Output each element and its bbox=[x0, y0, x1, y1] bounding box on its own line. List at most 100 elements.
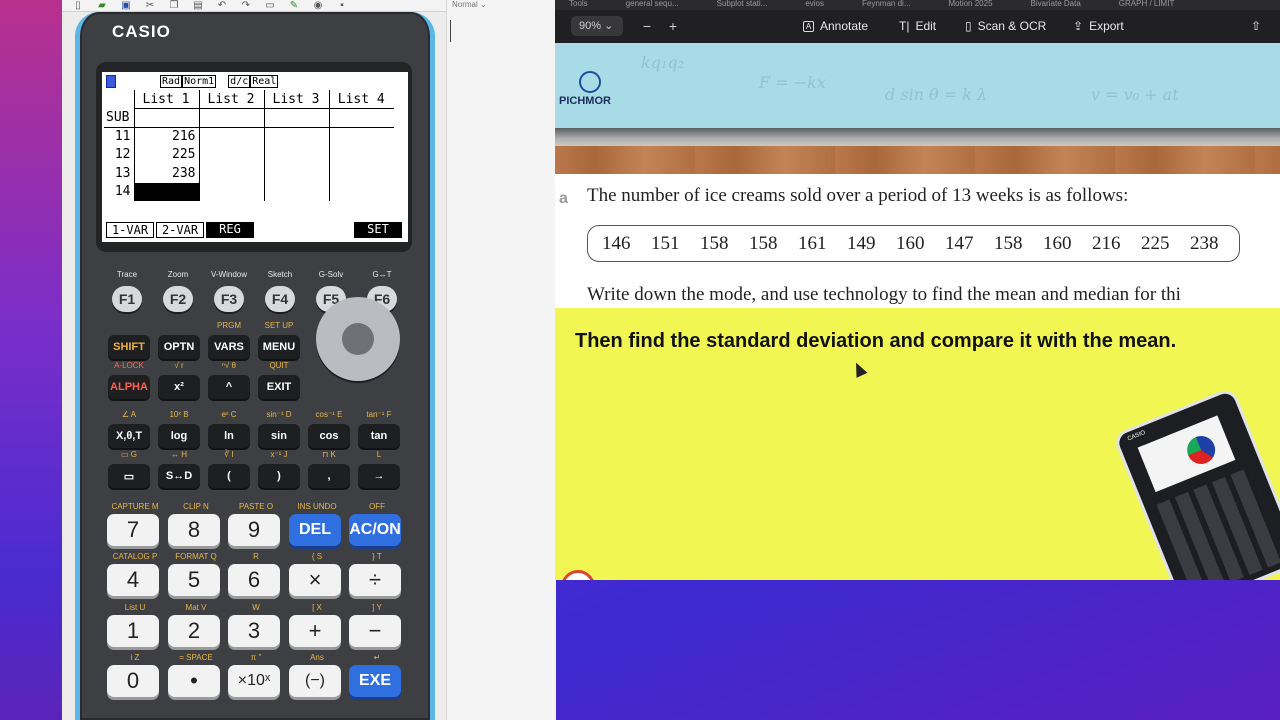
zoom-select[interactable]: 90% ⌄ bbox=[571, 16, 623, 36]
tab[interactable]: GRAPH / LIMIT bbox=[1119, 0, 1175, 10]
copy-icon[interactable]: ❐ bbox=[166, 0, 182, 12]
key-0[interactable]: 0 bbox=[107, 665, 159, 697]
key-2[interactable]: 2 bbox=[168, 615, 220, 647]
key--[interactable]: ^ bbox=[208, 375, 250, 399]
key-5[interactable]: 5 bbox=[168, 564, 220, 596]
dpad[interactable] bbox=[316, 297, 400, 381]
key-ac-on[interactable]: AC/ON bbox=[349, 514, 401, 546]
key-s-d[interactable]: S↔D bbox=[158, 464, 200, 488]
tab[interactable]: evios bbox=[805, 0, 824, 10]
selected-cell[interactable] bbox=[133, 182, 199, 201]
desktop-wallpaper bbox=[0, 0, 62, 720]
key-secondary-label: ∛ I bbox=[224, 450, 234, 459]
softkey-1var[interactable]: 1-VAR bbox=[106, 222, 154, 238]
key--[interactable]: + bbox=[289, 615, 341, 647]
key-secondary-label: L bbox=[376, 450, 382, 459]
banner-formula: F = −kx bbox=[759, 73, 826, 92]
save-icon[interactable]: ▣ bbox=[118, 0, 134, 12]
column-header[interactable]: List 2 bbox=[198, 90, 264, 109]
list-cell[interactable]: 216 bbox=[133, 127, 199, 146]
mode-dropdown[interactable]: Normal ⌄ bbox=[452, 0, 552, 12]
key--[interactable]: ÷ bbox=[349, 564, 401, 596]
tab[interactable]: Motion 2025 bbox=[948, 0, 992, 10]
export-label: Export bbox=[1089, 19, 1124, 33]
column-header[interactable]: List 4 bbox=[328, 90, 394, 109]
key-del[interactable]: DEL bbox=[289, 514, 341, 546]
key--[interactable]: ( bbox=[208, 464, 250, 488]
key-1[interactable]: 1 bbox=[107, 615, 159, 647]
display-mode-tag: Norm1 bbox=[182, 74, 217, 88]
annotate-button[interactable]: A Annotate bbox=[803, 19, 868, 33]
undo-icon[interactable]: ↶ bbox=[214, 0, 230, 12]
column-header[interactable]: List 1 bbox=[133, 90, 199, 109]
edit-button[interactable]: T| Edit bbox=[899, 19, 936, 33]
key-secondary-label: R bbox=[253, 552, 259, 561]
key-7[interactable]: 7 bbox=[107, 514, 159, 546]
cut-icon[interactable]: ✂ bbox=[142, 0, 158, 12]
data-value: 161 bbox=[798, 232, 827, 254]
paste-icon[interactable]: ▤ bbox=[190, 0, 206, 12]
function-key-f1[interactable]: F1 bbox=[112, 286, 142, 312]
function-key-f3[interactable]: F3 bbox=[214, 286, 244, 312]
key--[interactable]: (−) bbox=[289, 665, 341, 697]
key--[interactable]: ▭ bbox=[108, 464, 150, 488]
share-button[interactable]: ⇧ bbox=[1251, 19, 1261, 33]
softkey-set[interactable]: SET bbox=[354, 222, 402, 238]
tab[interactable]: Bivariate Data bbox=[1031, 0, 1081, 10]
key-optn[interactable]: OPTN bbox=[158, 335, 200, 359]
key--10-[interactable]: ×10ˣ bbox=[228, 665, 280, 697]
key-shift[interactable]: SHIFT bbox=[108, 335, 150, 359]
key-log[interactable]: log bbox=[158, 424, 200, 448]
window-icon[interactable]: ▪ bbox=[334, 0, 350, 12]
key--[interactable]: → bbox=[358, 464, 400, 488]
camera-icon[interactable]: ◉ bbox=[310, 0, 326, 12]
softkey-2var[interactable]: 2-VAR bbox=[156, 222, 204, 238]
redo-icon[interactable]: ↷ bbox=[238, 0, 254, 12]
key--[interactable]: × bbox=[289, 564, 341, 596]
key-ln[interactable]: ln bbox=[208, 424, 250, 448]
tab[interactable]: Subplot stati... bbox=[717, 0, 768, 10]
new-file-icon[interactable]: ▯ bbox=[70, 0, 86, 12]
tab[interactable]: Tools bbox=[569, 0, 588, 10]
screen-capture-icon[interactable]: ▭ bbox=[262, 0, 278, 12]
zoom-out-button[interactable]: − bbox=[635, 16, 659, 36]
key-cos[interactable]: cos bbox=[308, 424, 350, 448]
key-sin[interactable]: sin bbox=[258, 424, 300, 448]
tab[interactable]: Feynman di... bbox=[862, 0, 910, 10]
key-alpha[interactable]: ALPHA bbox=[108, 375, 150, 399]
function-key-f2[interactable]: F2 bbox=[163, 286, 193, 312]
scan-icon: ▯ bbox=[965, 19, 972, 33]
export-button[interactable]: ⇪ Export bbox=[1073, 19, 1124, 33]
key-6[interactable]: 6 bbox=[228, 564, 280, 596]
column-header[interactable]: List 3 bbox=[263, 90, 329, 109]
key-secondary-label: List U bbox=[124, 603, 146, 612]
emulator-side-panel bbox=[446, 0, 556, 720]
key-tan[interactable]: tan bbox=[358, 424, 400, 448]
key-9[interactable]: 9 bbox=[228, 514, 280, 546]
key--[interactable]: − bbox=[349, 615, 401, 647]
page-banner: kq₁q₂ F = −kx d sin θ = k λ v = v₀ + at … bbox=[555, 43, 1280, 128]
key-exit[interactable]: EXIT bbox=[258, 375, 300, 399]
key-menu[interactable]: MENU bbox=[258, 335, 300, 359]
key-x-t[interactable]: X,θ,T bbox=[108, 424, 150, 448]
key-x-[interactable]: x² bbox=[158, 375, 200, 399]
settings-icon[interactable]: ✎ bbox=[286, 0, 302, 12]
function-key-f4[interactable]: F4 bbox=[265, 286, 295, 312]
data-value: 238 bbox=[1190, 232, 1219, 254]
table-row: 14 bbox=[104, 182, 394, 201]
open-folder-icon[interactable]: ▰ bbox=[94, 0, 110, 12]
key-8[interactable]: 8 bbox=[168, 514, 220, 546]
key--[interactable]: ) bbox=[258, 464, 300, 488]
tab[interactable]: general sequ... bbox=[626, 0, 679, 10]
list-cell[interactable]: 238 bbox=[133, 164, 199, 183]
key-exe[interactable]: EXE bbox=[349, 665, 401, 697]
key-4[interactable]: 4 bbox=[107, 564, 159, 596]
key-vars[interactable]: VARS bbox=[208, 335, 250, 359]
key-3[interactable]: 3 bbox=[228, 615, 280, 647]
list-cell[interactable]: 225 bbox=[133, 145, 199, 164]
softkey-reg[interactable]: REG bbox=[206, 222, 254, 238]
key--[interactable]: , bbox=[308, 464, 350, 488]
key--[interactable]: • bbox=[168, 665, 220, 697]
scan-ocr-button[interactable]: ▯ Scan & OCR bbox=[965, 19, 1046, 33]
zoom-in-button[interactable]: + bbox=[661, 16, 685, 36]
